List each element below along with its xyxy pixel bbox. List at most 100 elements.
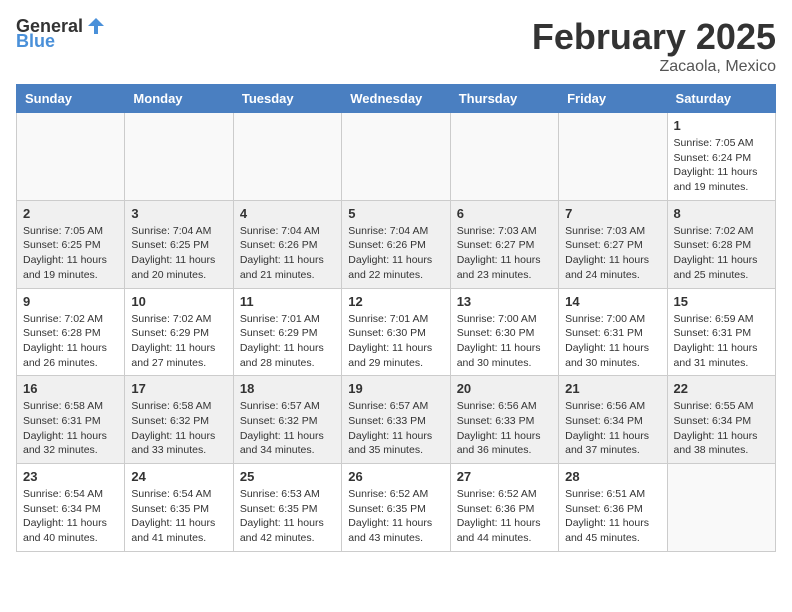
weekday-header-row: SundayMondayTuesdayWednesdayThursdayFrid… <box>17 85 776 113</box>
logo-icon <box>85 15 107 37</box>
calendar-cell <box>342 113 450 201</box>
calendar-cell: 7 Sunrise: 7:03 AM Sunset: 6:27 PM Daylig… <box>559 200 667 288</box>
day-info: Sunrise: 7:02 AM Sunset: 6:29 PM Dayligh… <box>131 312 226 371</box>
calendar-cell: 19 Sunrise: 6:57 AM Sunset: 6:33 PM Dayli… <box>342 376 450 464</box>
day-info: Sunrise: 6:58 AM Sunset: 6:31 PM Dayligh… <box>23 399 118 458</box>
week-row-3: 9Sunrise: 7:02 AM Sunset: 6:28 PM Daylig… <box>17 288 776 376</box>
calendar-cell: 23Sunrise: 6:54 AM Sunset: 6:34 PM Dayli… <box>17 464 125 552</box>
day-number: 3 <box>131 206 226 221</box>
day-info: Sunrise: 6:54 AM Sunset: 6:35 PM Dayligh… <box>131 487 226 546</box>
day-info: Sunrise: 7:04 AM Sunset: 6:26 PM Dayligh… <box>240 224 335 283</box>
calendar-cell <box>125 113 233 201</box>
calendar-cell: 21 Sunrise: 6:56 AM Sunset: 6:34 PM Dayli… <box>559 376 667 464</box>
day-number: 28 <box>565 469 660 484</box>
calendar-cell <box>233 113 341 201</box>
day-info: Sunrise: 6:56 AM Sunset: 6:34 PM Dayligh… <box>565 399 660 458</box>
day-info: Sunrise: 7:02 AM Sunset: 6:28 PM Dayligh… <box>674 224 769 283</box>
calendar-cell: 27Sunrise: 6:52 AM Sunset: 6:36 PM Dayli… <box>450 464 558 552</box>
day-number: 5 <box>348 206 443 221</box>
day-info: Sunrise: 6:59 AM Sunset: 6:31 PM Dayligh… <box>674 312 769 371</box>
calendar-cell: 28 Sunrise: 6:51 AM Sunset: 6:36 PM Dayli… <box>559 464 667 552</box>
week-row-2: 2Sunrise: 7:05 AM Sunset: 6:25 PM Daylig… <box>17 200 776 288</box>
day-number: 18 <box>240 381 335 396</box>
day-info: Sunrise: 7:05 AM Sunset: 6:24 PM Dayligh… <box>674 136 769 195</box>
calendar-cell <box>559 113 667 201</box>
calendar-table: SundayMondayTuesdayWednesdayThursdayFrid… <box>16 84 776 552</box>
calendar-cell: 18 Sunrise: 6:57 AM Sunset: 6:32 PM Dayli… <box>233 376 341 464</box>
day-number: 17 <box>131 381 226 396</box>
day-number: 8 <box>674 206 769 221</box>
day-info: Sunrise: 7:04 AM Sunset: 6:25 PM Dayligh… <box>131 224 226 283</box>
calendar-cell: 14 Sunrise: 7:00 AM Sunset: 6:31 PM Dayli… <box>559 288 667 376</box>
calendar-cell: 13 Sunrise: 7:00 AM Sunset: 6:30 PM Dayli… <box>450 288 558 376</box>
week-row-5: 23Sunrise: 6:54 AM Sunset: 6:34 PM Dayli… <box>17 464 776 552</box>
month-year-title: February 2025 <box>532 16 776 58</box>
day-info: Sunrise: 6:51 AM Sunset: 6:36 PM Dayligh… <box>565 487 660 546</box>
day-info: Sunrise: 7:00 AM Sunset: 6:30 PM Dayligh… <box>457 312 552 371</box>
day-number: 26 <box>348 469 443 484</box>
day-info: Sunrise: 7:03 AM Sunset: 6:27 PM Dayligh… <box>565 224 660 283</box>
week-row-1: 1Sunrise: 7:05 AM Sunset: 6:24 PM Daylig… <box>17 113 776 201</box>
calendar-cell: 22Sunrise: 6:55 AM Sunset: 6:34 PM Dayli… <box>667 376 775 464</box>
title-section: February 2025 Zacaola, Mexico <box>532 16 776 76</box>
day-number: 25 <box>240 469 335 484</box>
calendar-cell: 24 Sunrise: 6:54 AM Sunset: 6:35 PM Dayli… <box>125 464 233 552</box>
day-number: 21 <box>565 381 660 396</box>
calendar-cell: 17 Sunrise: 6:58 AM Sunset: 6:32 PM Dayli… <box>125 376 233 464</box>
day-number: 15 <box>674 294 769 309</box>
calendar-cell: 3 Sunrise: 7:04 AM Sunset: 6:25 PM Daylig… <box>125 200 233 288</box>
day-number: 11 <box>240 294 335 309</box>
calendar-cell: 11 Sunrise: 7:01 AM Sunset: 6:29 PM Dayli… <box>233 288 341 376</box>
day-info: Sunrise: 6:58 AM Sunset: 6:32 PM Dayligh… <box>131 399 226 458</box>
day-info: Sunrise: 7:00 AM Sunset: 6:31 PM Dayligh… <box>565 312 660 371</box>
calendar-cell <box>450 113 558 201</box>
logo: General Blue <box>16 16 107 52</box>
day-number: 16 <box>23 381 118 396</box>
calendar-cell: 12Sunrise: 7:01 AM Sunset: 6:30 PM Dayli… <box>342 288 450 376</box>
day-number: 2 <box>23 206 118 221</box>
day-number: 7 <box>565 206 660 221</box>
calendar-cell: 15 Sunrise: 6:59 AM Sunset: 6:31 PM Dayli… <box>667 288 775 376</box>
calendar-cell <box>667 464 775 552</box>
calendar-cell <box>17 113 125 201</box>
day-number: 6 <box>457 206 552 221</box>
day-number: 27 <box>457 469 552 484</box>
calendar-cell: 26 Sunrise: 6:52 AM Sunset: 6:35 PM Dayli… <box>342 464 450 552</box>
day-number: 14 <box>565 294 660 309</box>
weekday-header-monday: Monday <box>125 85 233 113</box>
day-info: Sunrise: 6:53 AM Sunset: 6:35 PM Dayligh… <box>240 487 335 546</box>
calendar-cell: 2Sunrise: 7:05 AM Sunset: 6:25 PM Daylig… <box>17 200 125 288</box>
logo-blue: Blue <box>16 31 55 52</box>
calendar-cell: 1Sunrise: 7:05 AM Sunset: 6:24 PM Daylig… <box>667 113 775 201</box>
calendar-cell: 9Sunrise: 7:02 AM Sunset: 6:28 PM Daylig… <box>17 288 125 376</box>
weekday-header-sunday: Sunday <box>17 85 125 113</box>
day-number: 19 <box>348 381 443 396</box>
day-info: Sunrise: 6:57 AM Sunset: 6:33 PM Dayligh… <box>348 399 443 458</box>
day-info: Sunrise: 6:54 AM Sunset: 6:34 PM Dayligh… <box>23 487 118 546</box>
weekday-header-saturday: Saturday <box>667 85 775 113</box>
calendar-cell: 4Sunrise: 7:04 AM Sunset: 6:26 PM Daylig… <box>233 200 341 288</box>
calendar-cell: 8 Sunrise: 7:02 AM Sunset: 6:28 PM Daylig… <box>667 200 775 288</box>
weekday-header-thursday: Thursday <box>450 85 558 113</box>
weekday-header-friday: Friday <box>559 85 667 113</box>
weekday-header-tuesday: Tuesday <box>233 85 341 113</box>
day-info: Sunrise: 7:01 AM Sunset: 6:29 PM Dayligh… <box>240 312 335 371</box>
day-info: Sunrise: 6:56 AM Sunset: 6:33 PM Dayligh… <box>457 399 552 458</box>
day-info: Sunrise: 7:02 AM Sunset: 6:28 PM Dayligh… <box>23 312 118 371</box>
calendar-cell: 25 Sunrise: 6:53 AM Sunset: 6:35 PM Dayli… <box>233 464 341 552</box>
week-row-4: 16 Sunrise: 6:58 AM Sunset: 6:31 PM Dayli… <box>17 376 776 464</box>
day-number: 24 <box>131 469 226 484</box>
day-info: Sunrise: 7:01 AM Sunset: 6:30 PM Dayligh… <box>348 312 443 371</box>
day-number: 13 <box>457 294 552 309</box>
day-info: Sunrise: 6:52 AM Sunset: 6:35 PM Dayligh… <box>348 487 443 546</box>
day-info: Sunrise: 7:04 AM Sunset: 6:26 PM Dayligh… <box>348 224 443 283</box>
day-info: Sunrise: 6:57 AM Sunset: 6:32 PM Dayligh… <box>240 399 335 458</box>
calendar-cell: 6Sunrise: 7:03 AM Sunset: 6:27 PM Daylig… <box>450 200 558 288</box>
day-info: Sunrise: 6:55 AM Sunset: 6:34 PM Dayligh… <box>674 399 769 458</box>
location-subtitle: Zacaola, Mexico <box>532 58 776 76</box>
header: General Blue February 2025 Zacaola, Mexi… <box>16 16 776 76</box>
weekday-header-wednesday: Wednesday <box>342 85 450 113</box>
day-number: 20 <box>457 381 552 396</box>
calendar-cell: 20 Sunrise: 6:56 AM Sunset: 6:33 PM Dayli… <box>450 376 558 464</box>
calendar-cell: 10Sunrise: 7:02 AM Sunset: 6:29 PM Dayli… <box>125 288 233 376</box>
